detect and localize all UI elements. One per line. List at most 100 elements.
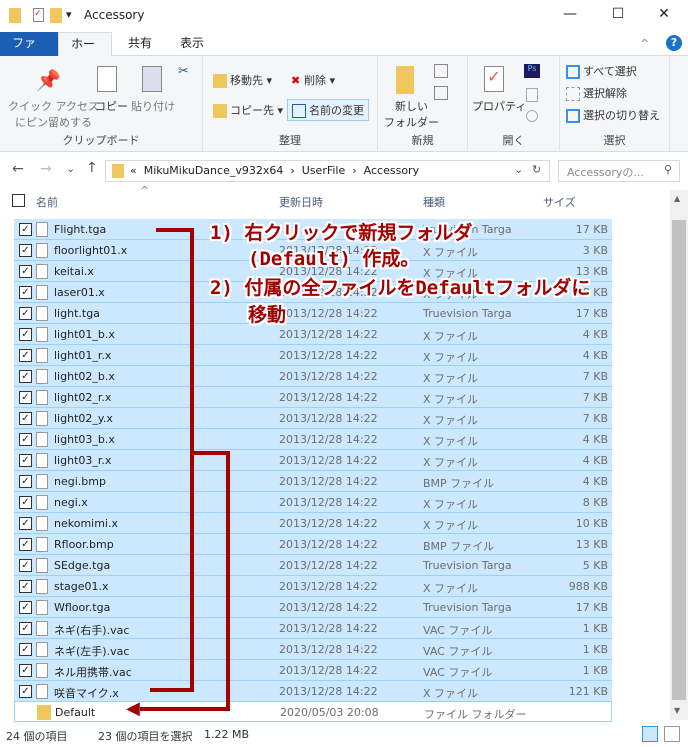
close-button[interactable]: ✕ xyxy=(654,6,674,22)
tab-share[interactable]: 共有 xyxy=(116,32,164,56)
annotation-text: 移動 xyxy=(248,304,287,326)
row-checkbox[interactable]: ✓ xyxy=(19,580,32,593)
row-checkbox[interactable]: ✓ xyxy=(19,265,32,278)
copy-to-button[interactable]: コピー先 ▾ xyxy=(213,102,283,118)
invert-selection-button[interactable]: 選択の切り替え xyxy=(566,107,660,123)
scroll-up-icon[interactable]: ▲ xyxy=(674,194,680,203)
paste-button[interactable]: 貼り付け xyxy=(131,98,175,114)
select-none-icon xyxy=(566,87,580,101)
column-name[interactable]: 名前 xyxy=(36,194,58,210)
file-row[interactable]: ✓ light03_r.x 2013/12/28 14:22 X ファイル 4 KB xyxy=(14,450,612,471)
maximize-button[interactable]: ☐ xyxy=(608,6,628,22)
row-checkbox[interactable]: ✓ xyxy=(19,223,32,236)
select-none-button[interactable]: 選択解除 xyxy=(566,85,627,101)
row-checkbox[interactable]: ✓ xyxy=(19,601,32,614)
row-checkbox[interactable]: ✓ xyxy=(19,370,32,383)
details-view-icon[interactable] xyxy=(642,726,658,742)
file-row[interactable]: ✓ 咲音マイク.x 2013/12/28 14:22 X ファイル 121 KB xyxy=(14,681,612,702)
file-row[interactable]: ✓ light03_b.x 2013/12/28 14:22 X ファイル 4 KB xyxy=(14,429,612,450)
row-checkbox[interactable]: ✓ xyxy=(19,328,32,341)
row-checkbox[interactable]: ✓ xyxy=(19,286,32,299)
help-icon[interactable]: ? xyxy=(666,35,682,51)
row-checkbox[interactable]: ✓ xyxy=(19,496,32,509)
address-bar[interactable]: « MikuMikuDance_v932x64 › UserFile › Acc… xyxy=(105,160,550,182)
file-row[interactable]: ✓ Wfloor.tga 2013/12/28 14:22 Truevision Ta… xyxy=(14,597,612,618)
new-item-icon[interactable] xyxy=(434,64,448,78)
file-row[interactable]: ✓ light02_b.x 2013/12/28 14:22 X ファイル 7 KB xyxy=(14,366,612,387)
properties-button[interactable]: プロパティ xyxy=(472,98,526,114)
row-checkbox[interactable]: ✓ xyxy=(19,475,32,488)
breadcrumb-item[interactable]: Accessory xyxy=(364,164,419,177)
properties-quick-icon[interactable]: ✓ xyxy=(33,8,44,22)
column-size[interactable]: サイズ xyxy=(543,194,576,210)
row-checkbox[interactable]: ✓ xyxy=(19,664,32,677)
file-row[interactable]: ✓ Rfloor.bmp 2013/12/28 14:22 BMP ファイル 13 KB xyxy=(14,534,612,555)
up-icon[interactable]: ↑ xyxy=(86,160,98,176)
breadcrumb-separator[interactable]: › xyxy=(290,164,294,177)
breadcrumb-overflow[interactable]: « xyxy=(130,164,137,177)
rename-button[interactable]: 名前の変更 xyxy=(287,99,369,121)
folder-row-default[interactable]: Default 2020/05/03 20:08 ファイル フォルダー xyxy=(14,701,612,722)
file-icon xyxy=(36,222,48,237)
row-checkbox[interactable]: ✓ xyxy=(19,307,32,320)
file-icon xyxy=(36,453,48,468)
file-row[interactable]: ✓ light01_b.x 2013/12/28 14:22 X ファイル 4 KB xyxy=(14,324,612,345)
tab-home[interactable]: ホーム xyxy=(58,32,112,73)
file-row[interactable]: ✓ negi.x 2013/12/28 14:22 X ファイル 8 KB xyxy=(14,492,612,513)
row-checkbox[interactable]: ✓ xyxy=(19,559,32,572)
file-row[interactable]: ✓ light01_r.x 2013/12/28 14:22 X ファイル 4 KB xyxy=(14,345,612,366)
file-row[interactable]: ✓ ネギ(左手).vac 2013/12/28 14:22 VAC ファイル 1 KB xyxy=(14,639,612,660)
large-icons-view-icon[interactable] xyxy=(664,726,680,742)
file-row[interactable]: ✓ ネギ(右手).vac 2013/12/28 14:22 VAC ファイル 1 KB xyxy=(14,618,612,639)
file-row[interactable]: ✓ SEdge.tga 2013/12/28 14:22 Truevision Tar… xyxy=(14,555,612,576)
row-checkbox[interactable]: ✓ xyxy=(19,433,32,446)
row-checkbox[interactable]: ✓ xyxy=(19,349,32,362)
column-type[interactable]: 種類 xyxy=(423,194,445,210)
new-folder-quick-icon[interactable] xyxy=(50,8,62,23)
pin-quick-access-button[interactable]: クイック アクセス にピン留めする xyxy=(8,98,99,130)
tab-file[interactable]: ファイル xyxy=(0,32,58,72)
address-dropdown-icon[interactable]: ⌄ xyxy=(514,163,523,176)
easy-access-icon[interactable] xyxy=(434,86,448,100)
row-checkbox[interactable]: ✓ xyxy=(19,412,32,425)
row-checkbox[interactable]: ✓ xyxy=(19,538,32,551)
row-checkbox[interactable]: ✓ xyxy=(19,244,32,257)
column-date[interactable]: 更新日時 xyxy=(279,194,323,210)
recent-dropdown-icon[interactable]: ⌄ xyxy=(66,162,75,175)
row-checkbox[interactable]: ✓ xyxy=(19,643,32,656)
row-checkbox[interactable]: ✓ xyxy=(19,622,32,635)
collapse-ribbon-icon[interactable]: ^ xyxy=(640,37,649,50)
breadcrumb-item[interactable]: MikuMikuDance_v932x64 xyxy=(144,164,284,177)
file-row[interactable]: ✓ nekomimi.x 2013/12/28 14:22 X ファイル 10 KB xyxy=(14,513,612,534)
breadcrumb-item[interactable]: UserFile xyxy=(302,164,345,177)
row-checkbox[interactable]: ✓ xyxy=(19,685,32,698)
breadcrumb-separator[interactable]: › xyxy=(352,164,356,177)
photoshop-icon[interactable]: Ps xyxy=(524,64,540,78)
customize-dropdown-icon[interactable]: ▾ xyxy=(66,8,72,21)
file-name: Default xyxy=(55,706,96,719)
cut-icon[interactable]: ✂ xyxy=(178,64,189,79)
copy-button[interactable]: コピー xyxy=(95,98,128,114)
select-all-checkbox[interactable] xyxy=(12,194,25,207)
file-row[interactable]: ✓ light.tga 2013/12/28 14:22 Truevision Tar… xyxy=(14,303,612,324)
refresh-icon[interactable]: ↻ xyxy=(532,163,541,176)
row-checkbox[interactable]: ✓ xyxy=(19,517,32,530)
row-checkbox[interactable]: ✓ xyxy=(19,454,32,467)
file-row[interactable]: ✓ light02_r.x 2013/12/28 14:22 X ファイル 7 KB xyxy=(14,387,612,408)
select-all-button[interactable]: すべて選択 xyxy=(566,63,637,79)
back-icon[interactable]: ← xyxy=(12,161,24,177)
row-checkbox[interactable]: ✓ xyxy=(19,391,32,404)
file-row[interactable]: ✓ ネル用携帯.vac 2013/12/28 14:22 VAC ファイル 1 KB xyxy=(14,660,612,681)
move-to-button[interactable]: 移動先 ▾ xyxy=(213,72,272,88)
tab-view[interactable]: 表示 xyxy=(168,32,216,56)
file-row[interactable]: ✓ stage01.x 2013/12/28 14:22 X ファイル 988 KB xyxy=(14,576,612,597)
scroll-down-icon[interactable]: ▼ xyxy=(674,706,680,715)
file-row[interactable]: ✓ light02_y.x 2013/12/28 14:22 X ファイル 7 KB xyxy=(14,408,612,429)
delete-button[interactable]: ✖ 削除 ▾ xyxy=(291,72,335,88)
minimize-button[interactable]: — xyxy=(560,6,580,22)
scrollbar-thumb[interactable] xyxy=(672,220,686,700)
forward-icon[interactable]: → xyxy=(40,161,52,177)
file-row[interactable]: ✓ negi.bmp 2013/12/28 14:22 BMP ファイル 4 KB xyxy=(14,471,612,492)
search-input[interactable]: Accessoryの... xyxy=(558,160,680,182)
new-folder-button[interactable]: 新しい フォルダー xyxy=(384,98,439,130)
